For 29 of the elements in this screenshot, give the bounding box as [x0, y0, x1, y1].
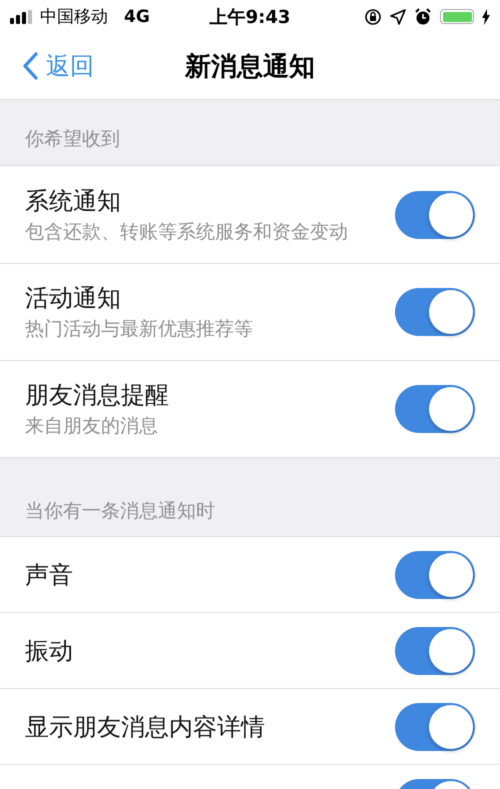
section-header: 你希望收到	[24, 127, 121, 152]
back-chevron-icon	[22, 52, 38, 80]
setting-description: 包含还款、转账等系统服务和资金变动	[25, 220, 349, 244]
toggle-switch[interactable]	[395, 550, 475, 598]
toggle-switch[interactable]	[395, 288, 475, 336]
alarm-icon	[414, 8, 432, 26]
setting-label: 系统通知	[25, 186, 122, 217]
location-icon	[390, 8, 406, 24]
back-button[interactable]: 返回	[0, 50, 94, 82]
setting-label: 显示朋友消息内容详情	[25, 712, 266, 742]
page-title: 新消息通知	[185, 50, 315, 84]
status-time: 上午9:43	[210, 6, 290, 28]
setting-label: 声音	[25, 560, 74, 590]
section-header: 当你有一条消息通知时	[24, 499, 216, 524]
toggle-switch[interactable]	[395, 385, 475, 433]
setting-description: 来自朋友的消息	[25, 415, 159, 439]
signal-icon	[10, 10, 34, 24]
setting-description: 热门活动与最新优惠推荐等	[25, 318, 254, 342]
battery-icon	[440, 9, 474, 24]
setting-label: 活动通知	[25, 283, 122, 314]
setting-label: 振动	[25, 636, 74, 666]
toggle-switch[interactable]	[395, 626, 475, 674]
carrier-name: 中国移动	[40, 6, 108, 28]
toggle-switch[interactable]	[395, 190, 475, 238]
rotation-lock-icon	[364, 8, 382, 26]
charging-icon	[482, 8, 490, 24]
toggle-switch[interactable]	[395, 702, 475, 750]
setting-label: 朋友消息提醒	[25, 380, 170, 412]
network-type: 4G	[124, 6, 150, 26]
